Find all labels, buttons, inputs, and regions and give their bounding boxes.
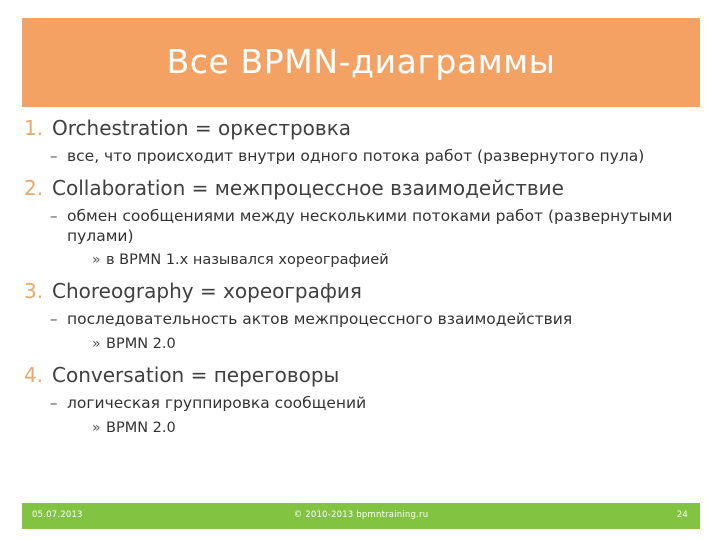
dash-bullet-icon: – (50, 206, 58, 225)
list-item: 2. Collaboration = межпроцессное взаимод… (22, 176, 702, 200)
dash-bullet-icon: – (50, 310, 58, 329)
sub-list-item-label: последовательность актов межпроцессного … (67, 310, 573, 329)
sub-sub-list-item: » BPMN 2.0 (22, 335, 702, 354)
guillemet-bullet-icon: » (92, 336, 101, 353)
sub-list-item-label: логическая группировка сообщений (67, 394, 367, 412)
page-title: Все BPMN-диаграммы (166, 42, 556, 82)
dash-bullet-icon: – (50, 394, 58, 412)
list-item-number: 4. (24, 363, 44, 387)
list-item-label: Collaboration = межпроцессное взаимодейс… (52, 175, 564, 200)
footer-copyright: © 2010-2013 bpmntraining.ru (293, 510, 429, 520)
sub-sub-list-item-label: BPMN 2.0 (106, 336, 176, 353)
list-item-label: Conversation = переговоры (52, 363, 340, 387)
title-banner: Все BPMN-диаграммы (22, 18, 700, 107)
list-item: 1. Orchestration = оркестровка (22, 116, 702, 140)
list-item-label: Orchestration = оркестровка (52, 116, 352, 140)
dash-bullet-icon: – (50, 147, 58, 165)
list-item: 4. Conversation = переговоры (22, 363, 702, 387)
content-list: 1. Orchestration = оркестровка – все, чт… (22, 116, 702, 498)
list-item-number: 3. (24, 279, 44, 304)
sub-sub-list-item-label: в BPMN 1.x назывался хореографией (106, 252, 389, 269)
sub-list-item: – последовательность актов межпроцессног… (22, 310, 702, 330)
list-item-number: 1. (24, 116, 44, 140)
guillemet-bullet-icon: » (92, 419, 101, 436)
list-item-label: Choreography = хореография (52, 279, 362, 304)
sub-sub-list-item-label: BPMN 2.0 (106, 419, 176, 436)
guillemet-bullet-icon: » (92, 252, 101, 269)
footer-page-number: 24 (676, 510, 688, 520)
list-item-number: 2. (24, 175, 44, 200)
slide: Все BPMN-диаграммы 1. Orchestration = ор… (0, 0, 720, 540)
sub-sub-list-item: » BPMN 2.0 (22, 419, 702, 438)
slide-footer: 05.07.2013 © 2010-2013 bpmntraining.ru 2… (22, 503, 700, 529)
sub-list-item-label: все, что происходит внутри одного потока… (67, 147, 645, 165)
sub-sub-list-item: » в BPMN 1.x назывался хореографией (22, 251, 702, 270)
sub-list-item-label: обмен сообщениями между несколькими пото… (67, 206, 673, 245)
sub-list-item: – обмен сообщениями между несколькими по… (22, 207, 702, 247)
sub-list-item: – все, что происходит внутри одного пото… (22, 147, 702, 167)
sub-list-item: – логическая группировка сообщений (22, 394, 702, 414)
list-item: 3. Choreography = хореография (22, 279, 702, 303)
